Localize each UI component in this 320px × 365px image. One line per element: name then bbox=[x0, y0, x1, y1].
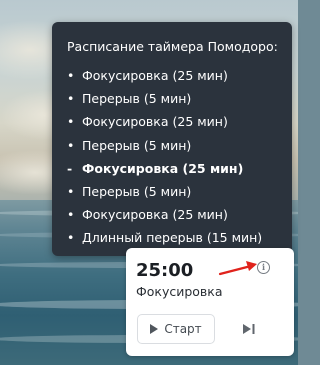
schedule-item-label: Фокусировка (25 мин) bbox=[82, 207, 228, 223]
bullet: • bbox=[67, 137, 75, 153]
schedule-item-label: Фокусировка (25 мин) bbox=[82, 160, 244, 176]
timer-mode-label: Фокусировка bbox=[136, 284, 223, 299]
schedule-item-label: Фокусировка (25 мин) bbox=[82, 114, 228, 130]
info-icon[interactable]: i bbox=[257, 261, 270, 274]
schedule-item: • Фокусировка (25 мин) bbox=[67, 206, 262, 229]
timer-display: 25:00 bbox=[136, 260, 194, 281]
skip-next-icon[interactable] bbox=[242, 323, 256, 335]
schedule-item: • Перерыв (5 мин) bbox=[67, 183, 262, 206]
timer-card: 25:00 Фокусировка i Старт bbox=[126, 248, 294, 356]
schedule-item: • Перерыв (5 мин) bbox=[67, 90, 262, 113]
schedule-item-current: - Фокусировка (25 мин) bbox=[67, 160, 262, 183]
bullet: • bbox=[67, 207, 75, 223]
schedule-item: • Фокусировка (25 мин) bbox=[67, 67, 262, 90]
schedule-item-label: Перерыв (5 мин) bbox=[82, 183, 192, 199]
bullet: - bbox=[67, 160, 73, 176]
bullet: • bbox=[67, 114, 75, 130]
play-icon bbox=[150, 324, 159, 334]
bullet: • bbox=[67, 230, 75, 246]
pomodoro-schedule-tooltip: Расписание таймера Помодоро: • Фокусировк… bbox=[52, 22, 292, 256]
schedule-item-label: Перерыв (5 мин) bbox=[82, 137, 192, 153]
start-button[interactable]: Старт bbox=[137, 314, 215, 344]
schedule-item-label: Длинный перерыв (15 мин) bbox=[82, 230, 263, 246]
bullet: • bbox=[67, 183, 75, 199]
start-button-label: Старт bbox=[164, 322, 202, 336]
tooltip-title: Расписание таймера Помодоро: bbox=[67, 39, 278, 54]
schedule-item-label: Перерыв (5 мин) bbox=[82, 91, 192, 107]
schedule-item-label: Фокусировка (25 мин) bbox=[82, 68, 228, 83]
schedule-item: • Фокусировка (25 мин) bbox=[67, 113, 262, 136]
bullet: • bbox=[67, 68, 75, 83]
schedule-list: • Фокусировка (25 мин) • Перерыв (5 мин) • Фо… bbox=[67, 67, 262, 253]
bullet: • bbox=[67, 91, 75, 107]
schedule-item: • Перерыв (5 мин) bbox=[67, 137, 262, 160]
